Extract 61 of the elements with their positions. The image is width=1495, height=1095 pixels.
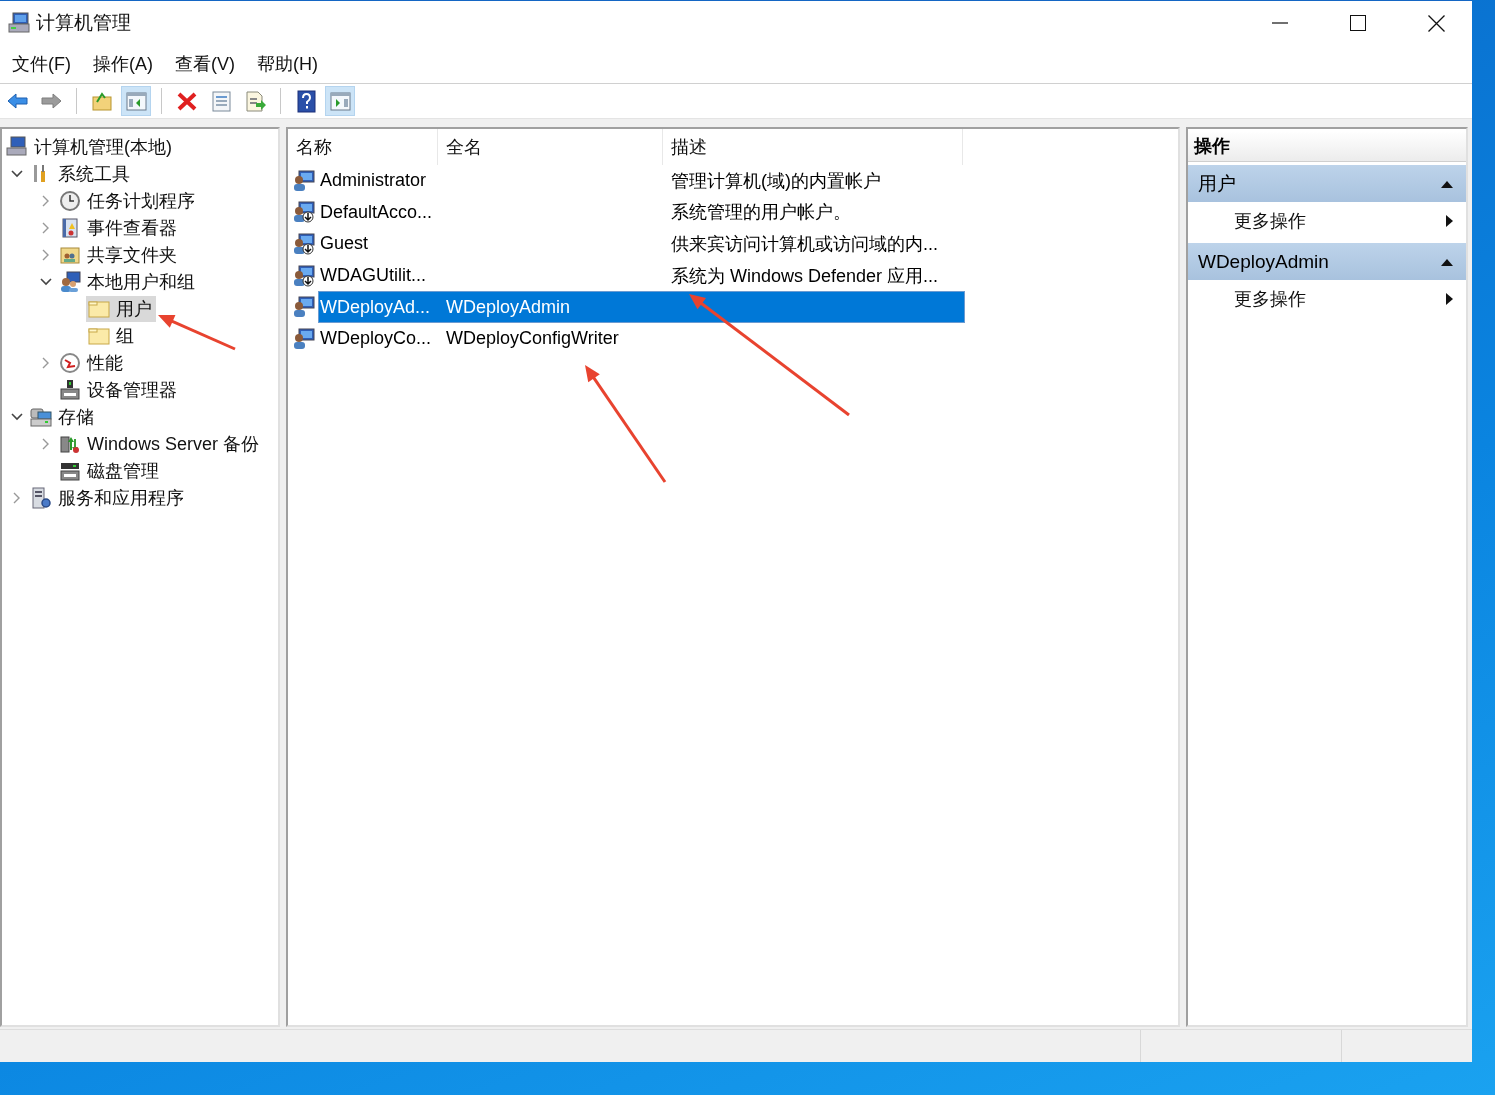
table-row[interactable]: Administrator 管理计算机(域)的内置帐户 xyxy=(319,165,965,196)
minimize-icon xyxy=(1272,22,1288,24)
menu-item[interactable]: 操作(A) xyxy=(83,48,162,80)
tree-node-icon xyxy=(59,378,81,401)
user-name: DefaultAcco... xyxy=(319,201,434,223)
computer-management-icon xyxy=(8,12,30,34)
window-title: 计算机管理 xyxy=(36,11,132,35)
tree-node-icon xyxy=(6,135,28,158)
tree-item[interactable]: 任务计划程序 xyxy=(57,187,199,214)
user-name: WDeployAd... xyxy=(319,296,432,318)
description: 系统为 Windows Defender 应用... xyxy=(670,264,940,288)
column-header[interactable]: 全名 xyxy=(438,129,664,165)
section-title: 用户 xyxy=(1197,171,1236,196)
close-icon xyxy=(1427,14,1445,32)
user-name: Administrator xyxy=(319,170,428,192)
column-header[interactable]: 名称 xyxy=(288,129,439,165)
menu-item[interactable]: 帮助(H) xyxy=(247,48,327,80)
tree-node-icon xyxy=(59,270,81,293)
tree-node-icon xyxy=(30,486,52,509)
tree-item[interactable]: 磁盘管理 xyxy=(57,457,163,484)
user-name: Guest xyxy=(319,233,370,255)
action-item[interactable]: 更多操作 xyxy=(1187,280,1466,317)
full-name: WDeployAdmin xyxy=(445,296,572,318)
section-title: WDeployAdmin xyxy=(1197,250,1329,273)
menu-item[interactable]: 文件(F) xyxy=(2,48,80,80)
tree-item[interactable]: 存储 xyxy=(28,403,98,430)
tree-item[interactable]: 共享文件夹 xyxy=(57,241,181,268)
action-item[interactable]: 更多操作 xyxy=(1187,202,1466,239)
tree-item[interactable]: 性能 xyxy=(57,349,127,376)
tree-item[interactable]: 本地用户和组 xyxy=(57,268,199,295)
tree-item[interactable]: Windows Server 备份 xyxy=(57,430,264,457)
action-pane-icon xyxy=(328,89,352,113)
maximize-icon xyxy=(1350,15,1366,31)
action-section-header[interactable]: WDeployAdmin xyxy=(1187,243,1466,280)
tree-node-icon xyxy=(30,405,52,428)
full-name: WDeployConfigWriter xyxy=(445,328,620,350)
tree-node-icon xyxy=(59,189,81,212)
description: 系统管理的用户帐户。 xyxy=(670,201,853,225)
properties-icon xyxy=(209,89,233,113)
menu-item[interactable]: 查看(V) xyxy=(165,48,244,80)
description: 供来宾访问计算机或访问域的内... xyxy=(670,233,940,256)
tree-item[interactable]: 服务和应用程序 xyxy=(28,484,188,511)
table-row[interactable]: WDeployAd... WDeployAdmin xyxy=(319,292,965,323)
table-row[interactable]: WDeployCo... WDeployConfigWriter xyxy=(319,323,965,354)
submenu-arrow-icon xyxy=(1445,291,1454,306)
submenu-arrow-icon xyxy=(1445,213,1454,228)
tree-item[interactable]: 设备管理器 xyxy=(57,376,181,403)
user-name: WDAGUtilit... xyxy=(319,265,428,287)
action-section-header[interactable]: 用户 xyxy=(1187,165,1466,202)
column-header[interactable]: 描述 xyxy=(663,129,964,165)
help-icon xyxy=(294,89,318,113)
description: 管理计算机(域)的内置帐户 xyxy=(670,169,883,193)
tree-item[interactable]: 计算机管理(本地) xyxy=(4,133,176,160)
tree-item[interactable]: 系统工具 xyxy=(28,160,134,187)
tree-node-icon xyxy=(59,351,81,374)
tree-pane-icon xyxy=(124,89,148,113)
export-list-icon xyxy=(243,89,267,113)
tree-item[interactable]: 组 xyxy=(86,322,138,349)
tree-item[interactable]: 事件查看器 xyxy=(57,214,181,241)
tree-node-icon xyxy=(59,216,81,239)
user-name: WDeployCo... xyxy=(319,328,433,350)
